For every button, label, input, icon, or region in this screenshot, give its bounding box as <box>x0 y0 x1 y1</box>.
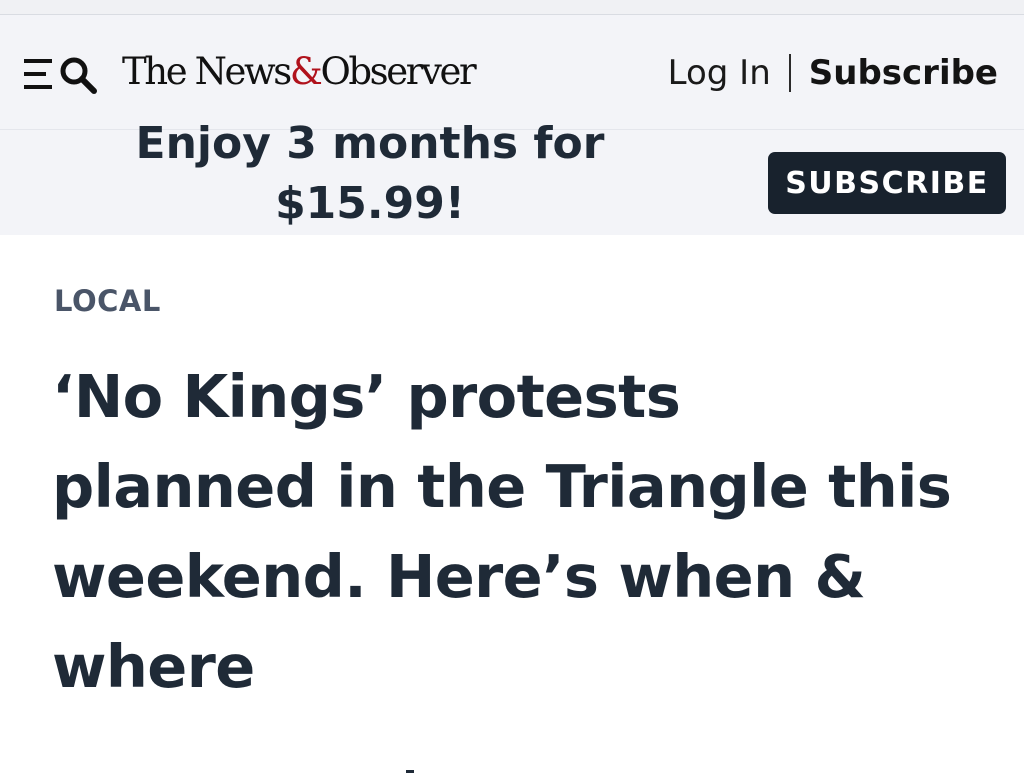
site-header: The News&Observer Log In Subscribe <box>0 15 1024 130</box>
byline-fragment <box>406 770 414 773</box>
article-headline: ‘No Kings’ protests planned in the Trian… <box>52 362 952 701</box>
logo-ampersand: & <box>289 50 323 93</box>
login-link[interactable]: Log In <box>668 53 771 93</box>
site-logo[interactable]: The News&Observer <box>122 47 477 97</box>
subscribe-link[interactable]: Subscribe <box>809 53 998 93</box>
menu-icon <box>24 57 97 94</box>
section-label[interactable]: LOCAL <box>54 284 161 318</box>
promo-subscribe-button[interactable]: SUBSCRIBE <box>768 152 1006 214</box>
auth-divider <box>788 54 791 92</box>
search-icon <box>60 57 97 94</box>
menu-search-button[interactable] <box>24 51 102 97</box>
auth-links: Log In Subscribe <box>668 49 998 97</box>
browser-top-strip <box>0 0 1024 15</box>
subscription-promo-banner: Enjoy 3 months for $15.99! SUBSCRIBE <box>0 118 1024 235</box>
promo-text: Enjoy 3 months for $15.99! <box>135 118 605 229</box>
